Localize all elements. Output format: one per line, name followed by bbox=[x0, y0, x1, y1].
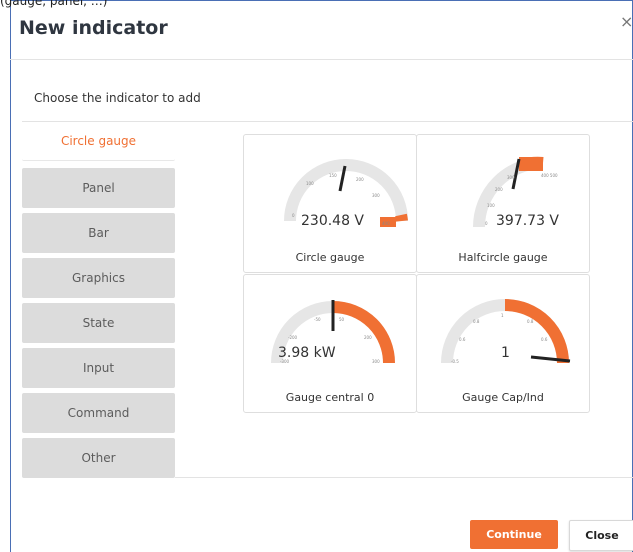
svg-text:0.8: 0.8 bbox=[473, 319, 480, 324]
svg-text:1: 1 bbox=[501, 313, 504, 318]
svg-text:-0.5: -0.5 bbox=[451, 359, 459, 364]
title-divider bbox=[10, 59, 633, 60]
svg-text:200: 200 bbox=[356, 177, 364, 182]
svg-text:-50: -50 bbox=[314, 317, 321, 322]
svg-text:400: 400 bbox=[382, 221, 390, 226]
indicator-card-gauge-central-0[interactable]: -300 -200 -50 50 200 300 3.98 kW Gauge c… bbox=[243, 274, 417, 413]
dialog-title: New indicator bbox=[19, 17, 168, 39]
svg-text:0.6: 0.6 bbox=[459, 337, 466, 342]
window-left-border bbox=[10, 0, 11, 552]
svg-text:200: 200 bbox=[495, 187, 503, 192]
indicator-card-circle-gauge[interactable]: 0 100 150 200 300 400 230.48 V Circle ga… bbox=[243, 134, 417, 273]
category-command[interactable]: Command bbox=[22, 393, 175, 433]
category-state[interactable]: State bbox=[22, 303, 175, 343]
svg-text:400 500: 400 500 bbox=[541, 173, 558, 178]
category-list: Circle gauge Panel Bar Graphics State In… bbox=[22, 122, 175, 483]
svg-text:0: 0 bbox=[485, 221, 488, 226]
svg-text:300: 300 bbox=[372, 359, 380, 364]
gauge-central-0-icon: -300 -200 -50 50 200 300 bbox=[271, 300, 395, 364]
gauge-central-0-card-label: Gauge central 0 bbox=[285, 391, 375, 404]
category-input[interactable]: Input bbox=[22, 348, 175, 388]
svg-text:200: 200 bbox=[364, 335, 372, 340]
halfcircle-gauge-card-label: Halfcircle gauge bbox=[458, 251, 548, 264]
category-other[interactable]: Other bbox=[22, 438, 175, 478]
indicator-card-halfcircle-gauge[interactable]: 0 100 200 300 400 500 397.73 V Halfcircl… bbox=[416, 134, 590, 273]
svg-text:300: 300 bbox=[372, 193, 380, 198]
halfcircle-gauge-value: 397.73 V bbox=[496, 213, 560, 229]
content-bottom-divider bbox=[175, 477, 633, 478]
svg-text:50: 50 bbox=[339, 317, 345, 322]
close-icon[interactable]: × bbox=[620, 12, 633, 31]
category-bar[interactable]: Bar bbox=[22, 213, 175, 253]
caption-fragment: (gauge, panel, …) bbox=[0, 0, 108, 8]
svg-text:150: 150 bbox=[329, 173, 337, 178]
svg-text:-200: -200 bbox=[288, 335, 298, 340]
category-panel[interactable]: Panel bbox=[22, 168, 175, 208]
choose-indicator-prompt: Choose the indicator to add bbox=[34, 91, 201, 105]
gauge-cap-ind-value: 1 bbox=[501, 345, 510, 361]
svg-text:100: 100 bbox=[487, 203, 495, 208]
circle-gauge-card-label: Circle gauge bbox=[295, 251, 365, 264]
indicator-card-gauge-cap-ind[interactable]: -0.5 0.6 0.8 1 0.8 0.6 1 Gauge Cap/Ind bbox=[416, 274, 590, 413]
close-button[interactable]: Close bbox=[569, 520, 633, 551]
gauge-central-0-value: 3.98 kW bbox=[278, 345, 336, 361]
circle-gauge-value: 230.48 V bbox=[301, 213, 365, 229]
svg-text:100: 100 bbox=[306, 181, 314, 186]
gauge-cap-ind-icon: -0.5 0.6 0.8 1 0.8 0.6 bbox=[441, 299, 571, 364]
svg-text:300: 300 bbox=[507, 175, 515, 180]
gauge-cap-ind-card-label: Gauge Cap/Ind bbox=[462, 391, 544, 404]
category-graphics[interactable]: Graphics bbox=[22, 258, 175, 298]
svg-text:0.6: 0.6 bbox=[541, 337, 548, 342]
category-circle-gauge[interactable]: Circle gauge bbox=[22, 122, 175, 161]
svg-text:0.8: 0.8 bbox=[527, 319, 534, 324]
continue-button[interactable]: Continue bbox=[470, 520, 558, 549]
